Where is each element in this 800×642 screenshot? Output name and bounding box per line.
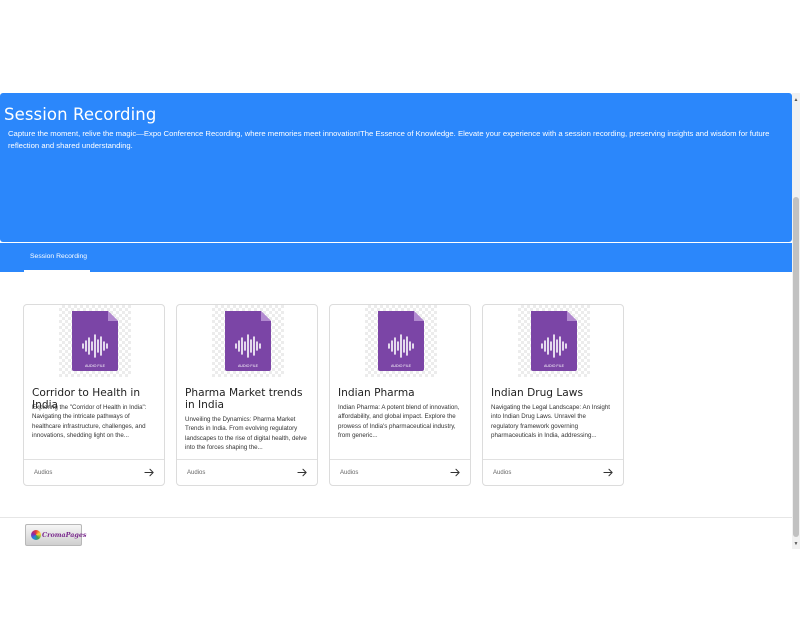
card-category: Audios xyxy=(34,470,53,476)
card-category: Audios xyxy=(340,470,359,476)
recording-card[interactable]: AUDIO FILE Indian Drug Laws Navigating t… xyxy=(482,304,624,486)
page: Session Recording Capture the moment, re… xyxy=(0,0,800,642)
card-category: Audios xyxy=(493,470,512,476)
card-footer: Audios xyxy=(177,459,317,486)
card-category: Audios xyxy=(187,470,206,476)
arrow-right-icon[interactable] xyxy=(297,467,308,478)
footer-divider xyxy=(0,517,792,518)
arrow-right-icon[interactable] xyxy=(450,467,461,478)
card-description: Navigating the Legal Landscape: An Insig… xyxy=(491,404,611,440)
audio-file-thumbnail: AUDIO FILE xyxy=(365,305,437,377)
audio-file-icon: AUDIO FILE xyxy=(72,311,118,371)
audio-file-thumbnail: AUDIO FILE xyxy=(212,305,284,377)
recording-card[interactable]: AUDIO FILE Corridor to Health in India E… xyxy=(23,304,165,486)
audio-file-label: AUDIO FILE xyxy=(238,364,259,368)
audio-file-label: AUDIO FILE xyxy=(391,364,412,368)
logo-text: CromaPages xyxy=(42,531,87,539)
arrow-right-icon[interactable] xyxy=(144,467,155,478)
card-footer: Audios xyxy=(483,459,623,486)
card-footer: Audios xyxy=(330,459,470,486)
audio-file-icon: AUDIO FILE xyxy=(225,311,271,371)
logo-mark-icon xyxy=(31,530,41,540)
card-title[interactable]: Indian Drug Laws xyxy=(491,387,619,399)
cromapages-logo[interactable]: CromaPages xyxy=(25,524,87,546)
card-description: Exploring the "Corridor of Health in Ind… xyxy=(32,404,147,440)
audio-file-thumbnail: AUDIO FILE xyxy=(59,305,131,377)
card-title[interactable]: Pharma Market trends in India xyxy=(185,387,313,411)
audio-file-thumbnail: AUDIO FILE xyxy=(518,305,590,377)
page-description: Capture the moment, relive the magic—Exp… xyxy=(8,129,770,150)
card-title[interactable]: Indian Pharma xyxy=(338,387,466,399)
card-footer: Audios xyxy=(24,459,164,486)
recording-card[interactable]: AUDIO FILE Indian Pharma Indian Pharma: … xyxy=(329,304,471,486)
audio-file-label: AUDIO FILE xyxy=(544,364,565,368)
scrollbar-thumb[interactable] xyxy=(793,197,799,537)
tab-session-recording[interactable]: Session Recording xyxy=(24,243,90,272)
tab-label: Session Recording xyxy=(30,253,88,260)
tab-bar: Session Recording xyxy=(0,243,792,272)
card-description: Indian Pharma: A potent blend of innovat… xyxy=(338,404,460,440)
hero-banner: Session Recording Capture the moment, re… xyxy=(0,93,792,242)
audio-file-icon: AUDIO FILE xyxy=(531,311,577,371)
card-description: Unveiling the Dynamics: Pharma Market Tr… xyxy=(185,416,307,452)
arrow-right-icon[interactable] xyxy=(603,467,614,478)
vertical-scrollbar[interactable]: ▲ ▼ xyxy=(792,93,800,549)
recording-card[interactable]: AUDIO FILE Pharma Market trends in India… xyxy=(176,304,318,486)
page-title: Session Recording xyxy=(4,105,157,124)
scroll-down-icon[interactable]: ▼ xyxy=(792,541,800,547)
scroll-up-icon[interactable]: ▲ xyxy=(792,97,800,103)
active-tab-indicator xyxy=(24,270,90,272)
audio-file-icon: AUDIO FILE xyxy=(378,311,424,371)
audio-file-label: AUDIO FILE xyxy=(85,364,106,368)
